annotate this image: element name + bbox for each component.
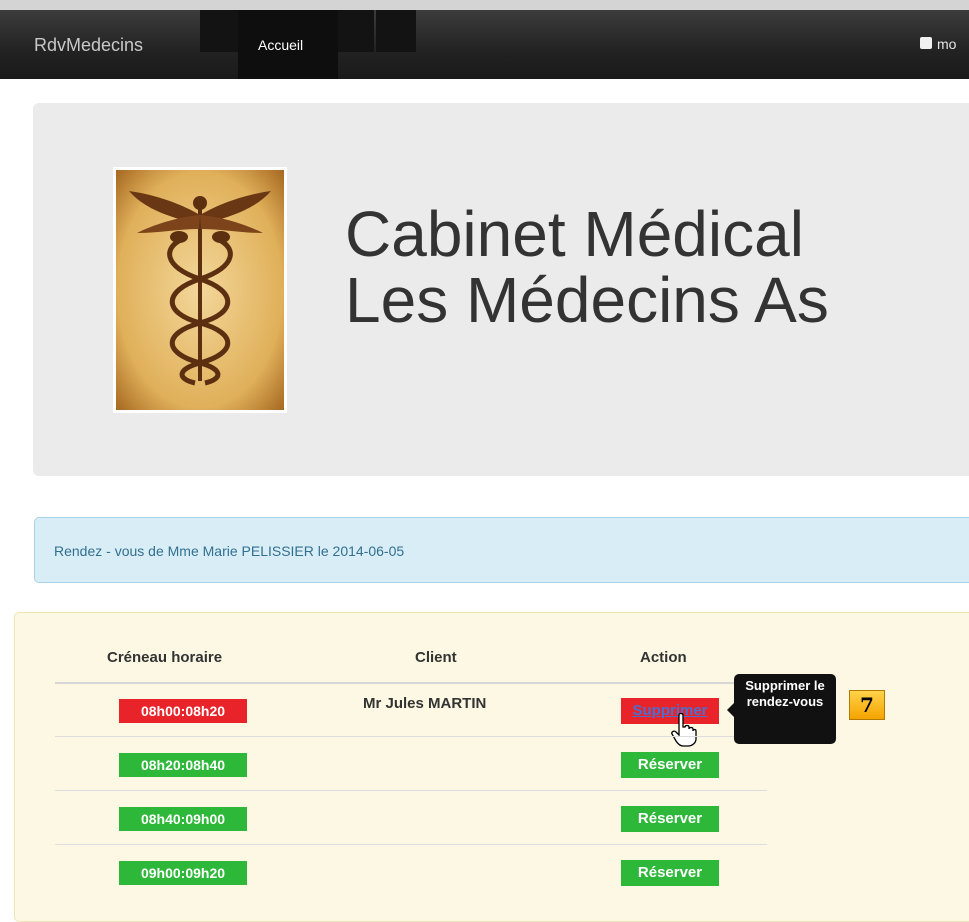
title-line-2: Les Médecins As: [345, 264, 829, 336]
slot-badge: 08h40:09h00: [119, 807, 247, 831]
nav-separator: [338, 10, 374, 52]
nav-checkbox[interactable]: [920, 37, 932, 49]
header-action: Action: [640, 649, 687, 666]
delete-tooltip: Supprimer le rendez-vous: [727, 674, 836, 744]
nav-accueil-label: Accueil: [258, 37, 304, 53]
appointments-panel: Créneau horaire Client Action 08h00:08h2…: [14, 612, 969, 922]
slot-badge: 08h20:08h40: [119, 753, 247, 777]
header-client: Client: [415, 649, 457, 666]
slot-badge: 08h00:08h20: [119, 699, 247, 723]
jumbotron: Cabinet Médical Les Médecins As: [33, 103, 969, 476]
slot-badge: 09h00:09h20: [119, 861, 247, 885]
nav-separator: [200, 10, 238, 52]
hand-cursor-icon: [671, 713, 697, 747]
header-divider: [55, 682, 767, 684]
nav-right-text: mo: [937, 36, 957, 52]
reserve-button[interactable]: Réserver: [621, 860, 719, 886]
caduceus-icon: [113, 167, 287, 413]
top-navbar: RdvMedecins Accueil mo: [0, 10, 969, 79]
row-divider: [55, 790, 767, 791]
browser-top-strip: [0, 0, 969, 10]
reserve-button[interactable]: Réserver: [621, 806, 719, 832]
page-title: Cabinet Médical Les Médecins As: [345, 201, 829, 333]
row-divider: [55, 844, 767, 845]
alert-text: Rendez - vous de Mme Marie PELISSIER le …: [54, 543, 405, 559]
title-line-1: Cabinet Médical: [345, 198, 804, 270]
info-alert: Rendez - vous de Mme Marie PELISSIER le …: [34, 517, 969, 583]
reserve-button[interactable]: Réserver: [621, 752, 719, 778]
step-number-badge: 7: [849, 690, 885, 720]
step-number: 7: [860, 693, 874, 717]
row-divider: [55, 736, 767, 737]
nav-separator: [376, 10, 416, 52]
brand-link[interactable]: RdvMedecins: [34, 35, 143, 56]
tooltip-arrow: [727, 703, 734, 717]
nav-accueil[interactable]: Accueil: [238, 10, 338, 79]
client-name: Mr Jules MARTIN: [363, 695, 487, 712]
tooltip-text: Supprimer le rendez-vous: [745, 678, 825, 709]
header-slot: Créneau horaire: [107, 649, 223, 666]
delete-button[interactable]: Supprimer: [621, 698, 719, 724]
